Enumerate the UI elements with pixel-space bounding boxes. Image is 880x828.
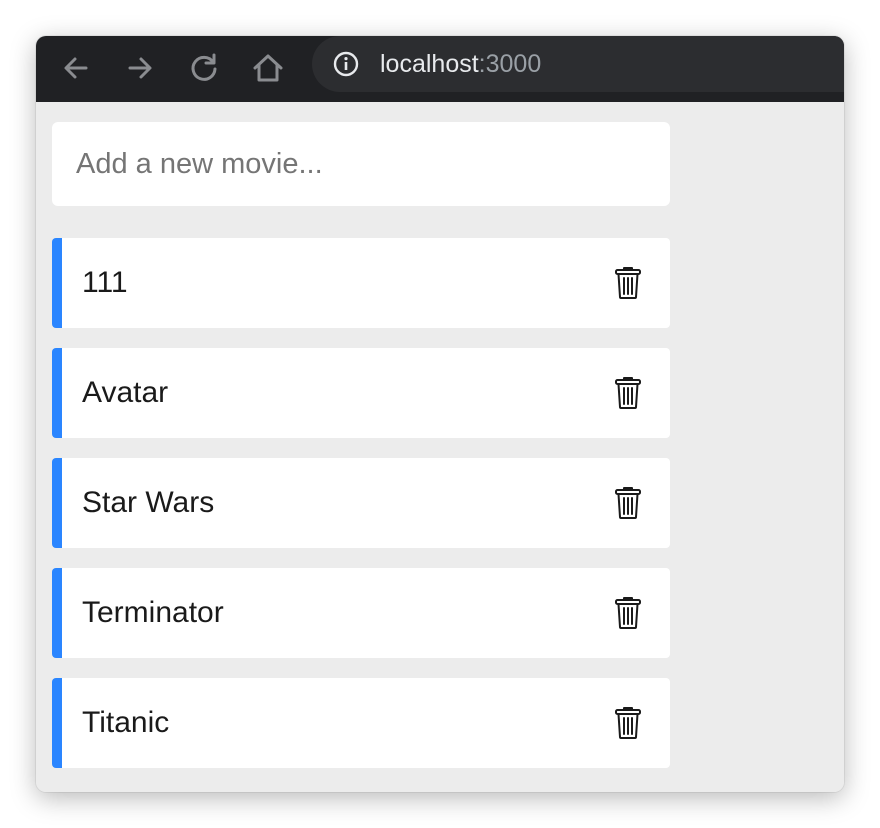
movie-item: 111 [52, 238, 670, 328]
arrow-back-icon [64, 57, 88, 79]
url-host: localhost [380, 50, 479, 78]
delete-movie-button[interactable] [612, 595, 644, 631]
forward-button[interactable] [120, 48, 160, 88]
movie-list: 111 Avatar Star Wars Terminator Titanic [52, 238, 670, 788]
movie-title: Star Wars [82, 486, 215, 519]
page-content: 111 Avatar [36, 102, 844, 792]
arrow-forward-icon [128, 57, 152, 79]
browser-toolbar: localhost:3000 [36, 36, 844, 102]
add-movie-input[interactable] [52, 122, 670, 206]
movie-title: Titanic [82, 706, 170, 739]
home-button[interactable] [248, 48, 288, 88]
trash-icon [615, 487, 641, 519]
delete-movie-button[interactable] [612, 265, 644, 301]
trash-icon [615, 267, 641, 299]
url-text: localhost:3000 [380, 49, 541, 79]
browser-window: localhost:3000 111 [36, 36, 844, 792]
movie-item: Star Wars [52, 458, 670, 548]
delete-movie-button[interactable] [612, 375, 644, 411]
reload-button[interactable] [184, 48, 224, 88]
movie-item: Terminator [52, 568, 670, 658]
trash-icon [615, 597, 641, 629]
back-button[interactable] [56, 48, 96, 88]
address-bar[interactable]: localhost:3000 [312, 36, 844, 92]
home-icon [253, 54, 283, 82]
movie-title: Avatar [82, 376, 169, 409]
delete-movie-button[interactable] [612, 705, 644, 741]
movie-title: 111 [82, 266, 128, 299]
info-icon[interactable] [333, 51, 359, 77]
reload-icon [191, 53, 217, 81]
movie-item: Avatar [52, 348, 670, 438]
movie-title: Terminator [82, 596, 224, 629]
trash-icon [615, 377, 641, 409]
screen: localhost:3000 111 [0, 0, 880, 828]
movie-item: Titanic [52, 678, 670, 768]
url-port: :3000 [478, 50, 542, 78]
trash-icon [615, 707, 641, 739]
delete-movie-button[interactable] [612, 485, 644, 521]
